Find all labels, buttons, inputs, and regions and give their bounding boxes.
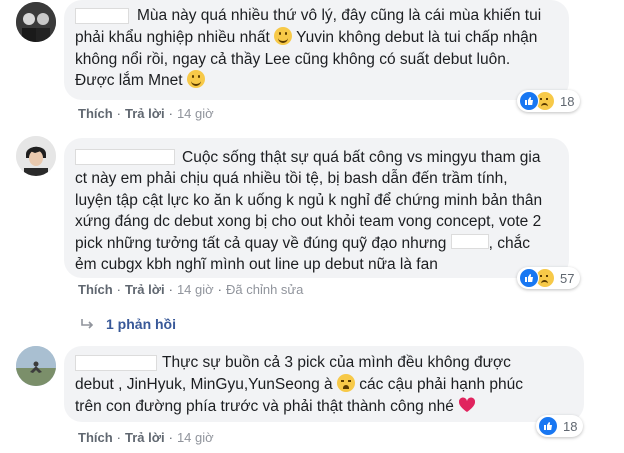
comment-text-cont: phải khẩu nghiệp nhiều nhất Yuvin không … [75,27,538,89]
timestamp[interactable]: 14 giờ [177,106,214,121]
like-reaction-icon [519,268,539,288]
reply-link[interactable]: Trả lời [125,106,165,121]
like-reaction-icon [519,91,539,111]
reaction-summary[interactable]: 18 [517,90,581,112]
timestamp[interactable]: 14 giờ [177,282,214,297]
like-link[interactable]: Thích [78,430,113,445]
timestamp[interactable]: 14 giờ [177,430,214,445]
comment-actions: Thích · Trả lời · 14 giờ · Đã chỉnh sửa [78,282,304,297]
reaction-summary[interactable]: 57 [517,267,581,289]
avatar[interactable] [16,136,56,176]
avatar[interactable] [16,2,56,42]
reply-link[interactable]: Trả lời [125,282,165,297]
redacted-username [75,355,157,371]
comment-text: Mùa này quá nhiều thứ vô lý, đây cũng là… [137,7,542,24]
edited-label[interactable]: Đã chỉnh sửa [226,282,303,297]
like-reaction-icon [538,416,558,436]
comment-text-cont: ct này em phải chịu quá nhiều tồi tệ, bị… [75,170,543,273]
comment-actions: Thích · Trả lời · 14 giờ [78,430,214,445]
view-replies-link[interactable]: 1 phản hồi [80,316,176,332]
smile-emoji-icon [186,70,205,88]
comment-text: Cuộc sống thật sự quá bất công vs mingyu… [182,149,541,166]
redacted-username [75,8,129,24]
redacted-text [450,233,489,249]
smile-emoji-icon [274,27,293,45]
reaction-count: 57 [560,270,575,286]
like-link[interactable]: Thích [78,106,113,121]
replies-count-label[interactable]: 1 phản hồi [106,316,176,332]
reply-arrow-icon [81,319,94,329]
comment-text-cont: debut , JinHyuk, MinGyu,YunSeong à các c… [75,374,523,415]
crying-emoji-icon [336,374,355,392]
like-link[interactable]: Thích [78,282,113,297]
reply-link[interactable]: Trả lời [125,430,165,445]
comment-actions: Thích · Trả lời · 14 giờ [78,106,214,121]
reaction-summary[interactable]: 18 [536,415,584,437]
avatar[interactable] [16,346,56,386]
heart-emoji-icon [459,396,476,412]
comment-text: Thực sự buồn cả 3 pick của mình đều khôn… [162,354,511,371]
reaction-count: 18 [560,93,575,109]
redacted-username [75,149,175,165]
reaction-count: 18 [563,418,578,434]
